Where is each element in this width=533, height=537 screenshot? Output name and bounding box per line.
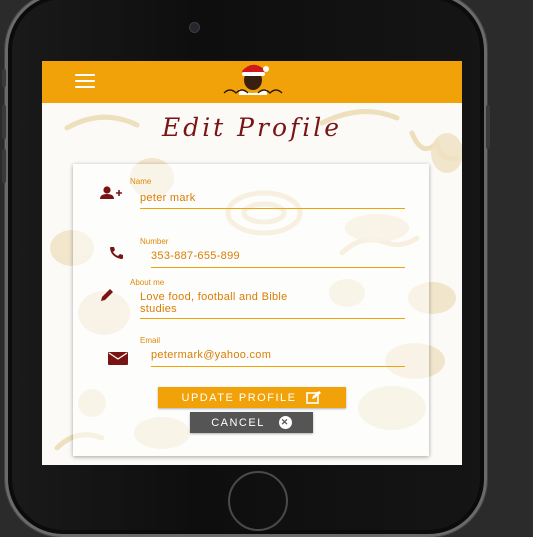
email-value[interactable]: petermark@yahoo.com [151, 350, 271, 361]
about-me-value-line1[interactable]: Love food, football and Bible [140, 292, 288, 303]
edit-icon [306, 391, 322, 404]
number-value[interactable]: 353-887-655-899 [151, 251, 240, 262]
update-profile-label: UPDATE PROFILE [181, 391, 297, 404]
app-screen: Edit Profile Name peter mark Number 353-… [42, 61, 462, 465]
envelope-icon [108, 352, 128, 365]
phone-volume-up [2, 105, 6, 139]
number-field[interactable]: Number 353-887-655-899 [73, 224, 429, 274]
chef-santa-logo-icon [223, 64, 283, 95]
phone-icon [110, 247, 123, 259]
about-me-label: About me [130, 278, 165, 287]
cancel-label: CANCEL [211, 416, 265, 429]
update-profile-button[interactable]: UPDATE PROFILE [158, 387, 346, 408]
email-label: Email [140, 336, 161, 345]
add-user-icon [100, 186, 122, 199]
front-camera [189, 22, 200, 33]
number-label: Number [140, 237, 169, 246]
about-me-value-line2[interactable]: studies [140, 304, 177, 315]
about-me-field[interactable]: About me Love food, football and Bible s… [73, 276, 429, 336]
pencil-icon [101, 289, 113, 301]
close-circle-icon: ✕ [278, 416, 292, 429]
about-me-underline [140, 318, 405, 319]
name-field[interactable]: Name peter mark [73, 164, 429, 214]
hamburger-menu-icon[interactable] [75, 74, 95, 88]
top-app-bar [42, 61, 462, 103]
home-button[interactable] [228, 471, 288, 531]
name-underline [140, 208, 405, 209]
cancel-button[interactable]: CANCEL ✕ [190, 412, 313, 433]
phone-side-button [2, 69, 6, 87]
phone-volume-down [2, 149, 6, 183]
email-field[interactable]: Email petermark@yahoo.com [73, 336, 429, 391]
name-value[interactable]: peter mark [140, 193, 196, 204]
number-underline [151, 267, 405, 268]
email-underline [151, 366, 405, 367]
name-label: Name [130, 177, 152, 186]
page-title: Edit Profile [161, 113, 343, 142]
phone-power-button [486, 105, 490, 149]
